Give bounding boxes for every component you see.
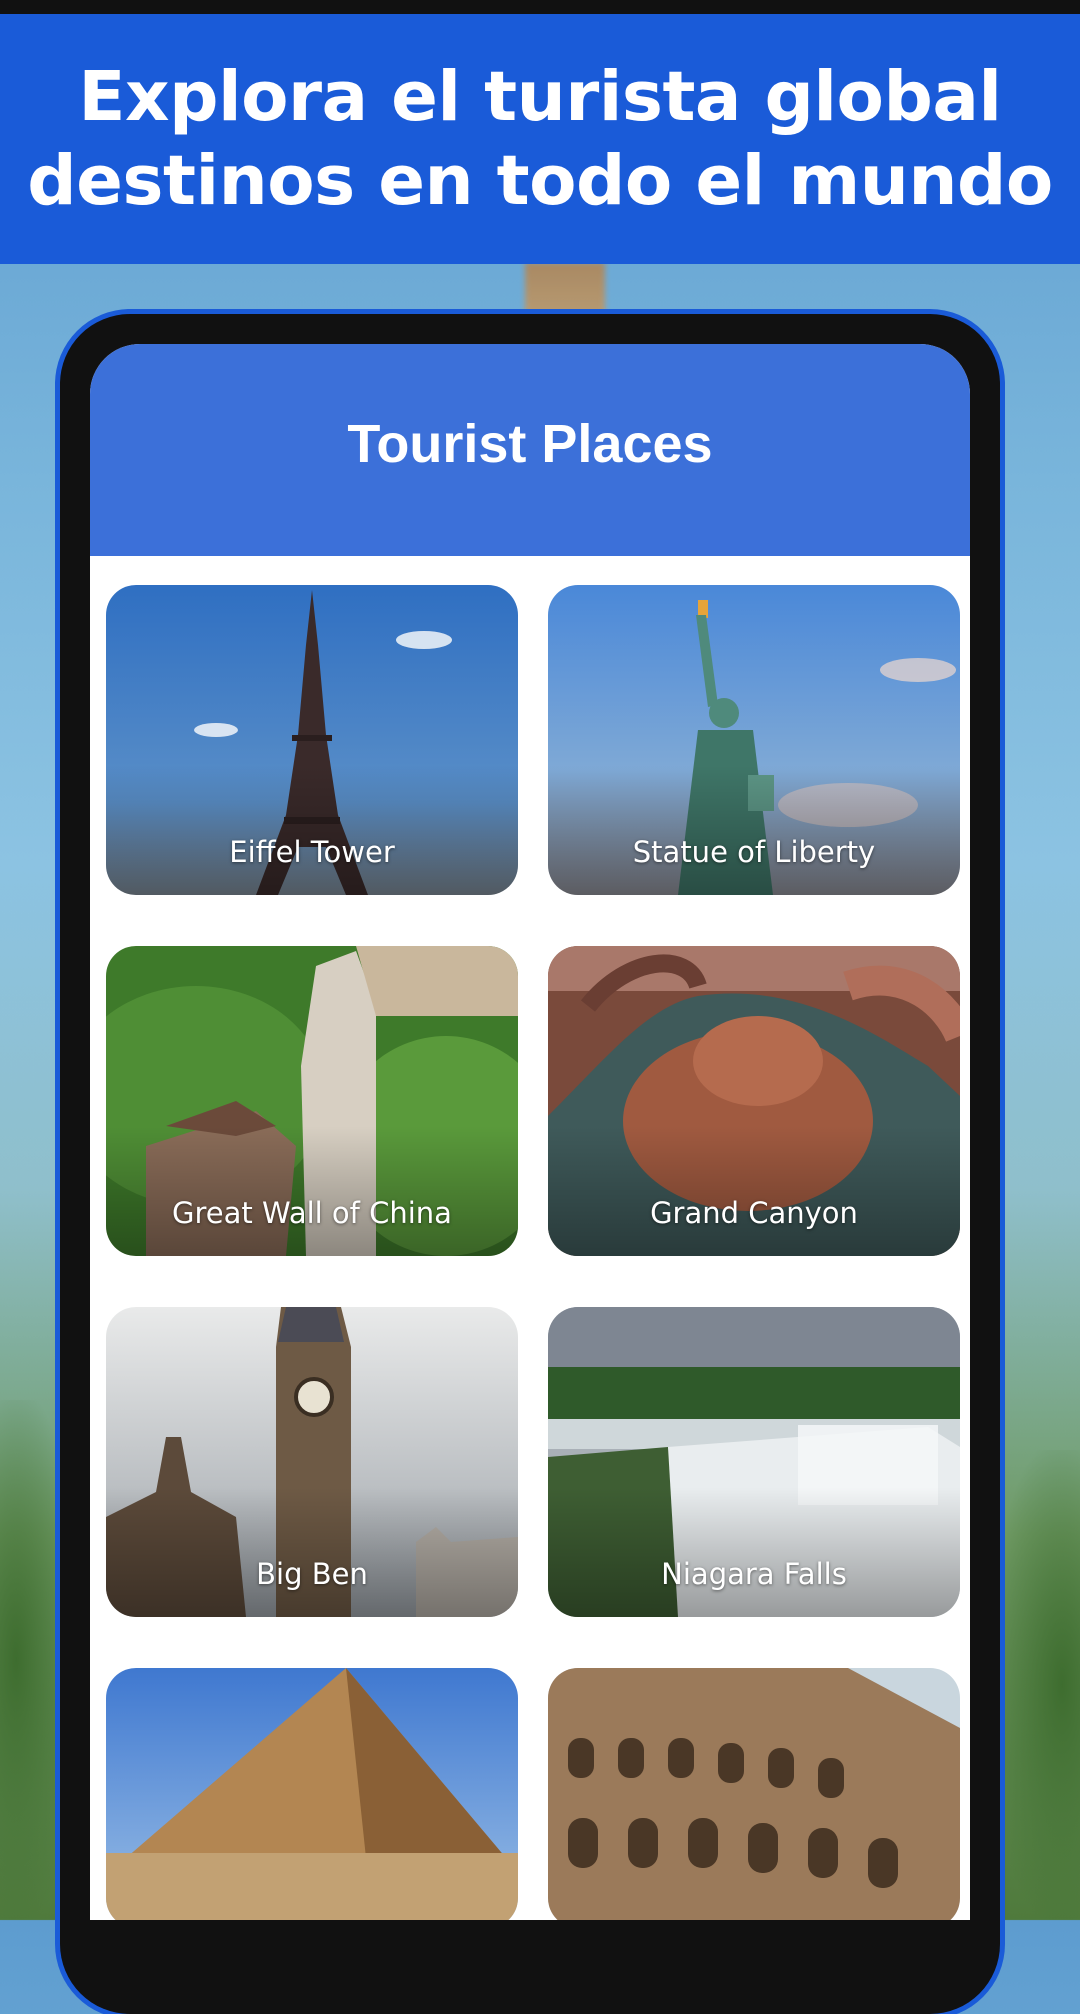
- place-card-pyramid[interactable]: [106, 1668, 518, 1920]
- banner-headline-line-1: Explora el turista global: [78, 57, 1002, 137]
- colosseum-photo: [548, 1668, 960, 1920]
- promo-banner: Explora el turista global destinos en to…: [0, 14, 1080, 264]
- background-landmark: [525, 262, 605, 322]
- pyramid-photo: [106, 1668, 518, 1920]
- status-bar: [0, 0, 1080, 14]
- page-title: Tourist Places: [347, 414, 713, 474]
- place-card-niagara-falls[interactable]: Niagara Falls: [548, 1307, 960, 1617]
- place-card-great-wall[interactable]: Great Wall of China: [106, 946, 518, 1256]
- place-label: Great Wall of China: [172, 1196, 452, 1230]
- place-label: Big Ben: [256, 1557, 368, 1591]
- place-card-big-ben[interactable]: Big Ben: [106, 1307, 518, 1617]
- place-label: Niagara Falls: [661, 1557, 847, 1591]
- place-label: Statue of Liberty: [632, 835, 876, 869]
- place-label: Eiffel Tower: [229, 835, 395, 869]
- banner-headline-line-2: destinos en todo el mundo: [27, 141, 1053, 221]
- phone-screen: Tourist Places Eiffel Tower Statue of Li…: [90, 344, 970, 1920]
- place-label: Grand Canyon: [650, 1196, 858, 1230]
- place-card-grand-canyon[interactable]: Grand Canyon: [548, 946, 960, 1256]
- app-header: Tourist Places: [90, 344, 970, 556]
- place-card-colosseum[interactable]: [548, 1668, 960, 1920]
- background-foliage-right: [990, 1450, 1080, 1920]
- place-card-eiffel-tower[interactable]: Eiffel Tower: [106, 585, 518, 895]
- place-card-statue-of-liberty[interactable]: Statue of Liberty: [548, 585, 960, 895]
